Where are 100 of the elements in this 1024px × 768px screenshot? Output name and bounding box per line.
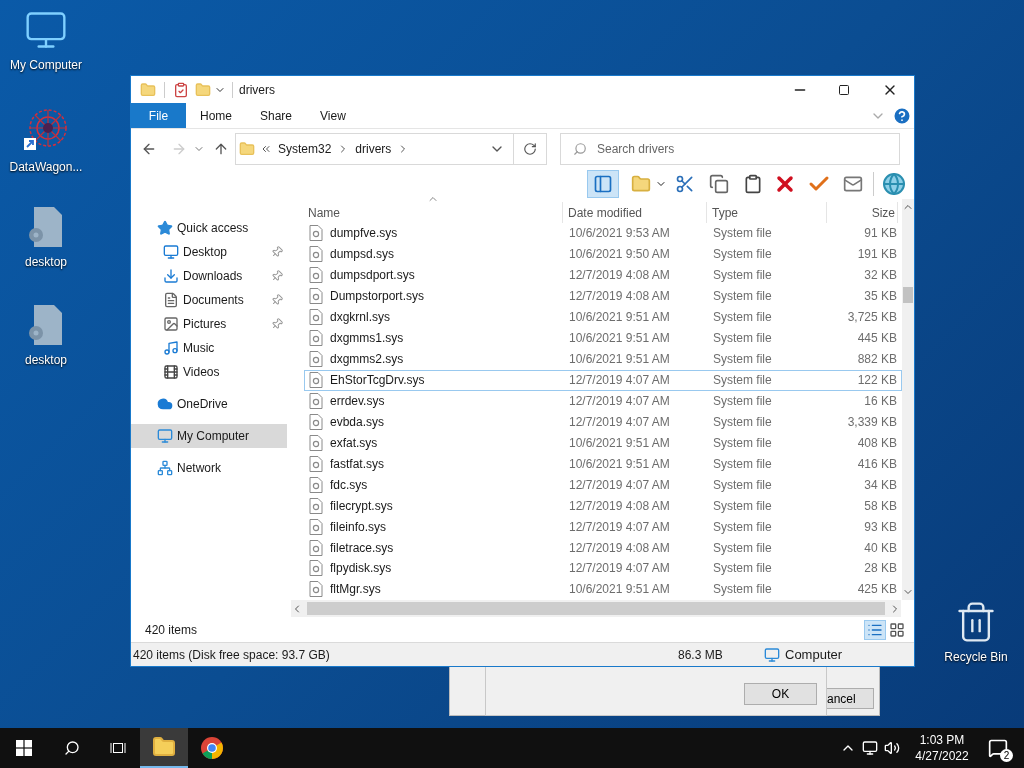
nav-item[interactable]: Documents — [131, 288, 287, 312]
scissors-icon[interactable] — [675, 174, 695, 194]
copy-icon[interactable] — [709, 174, 729, 194]
column-header[interactable]: Size — [827, 202, 898, 223]
file-row[interactable]: evbda.sys 12/7/2019 4:07 AM System file 3,339 KB — [304, 411, 902, 433]
date-cell-text: 10/6/2021 9:51 AM — [568, 351, 671, 369]
search-input[interactable]: Search drivers — [597, 140, 899, 158]
horizontal-scrollbar[interactable] — [291, 600, 901, 617]
up-icon[interactable] — [213, 141, 229, 157]
computer-icon — [764, 646, 780, 663]
back-icon[interactable] — [141, 141, 157, 157]
nav-item[interactable]: Videos — [131, 360, 287, 384]
type-cell-text: System file — [712, 372, 773, 390]
file-row[interactable]: dxgmms2.sys 10/6/2021 9:51 AM System file 882 KB — [304, 348, 902, 370]
search-field[interactable]: Search drivers — [560, 133, 900, 165]
file-name: fileinfo.sys — [330, 518, 387, 536]
maximize-icon[interactable] — [838, 83, 850, 96]
clipboard-icon[interactable] — [743, 174, 763, 194]
computer-icon — [157, 428, 173, 444]
ribbon-tab[interactable]: View — [306, 103, 360, 128]
file-row[interactable]: dumpsd.sys 10/6/2021 9:50 AM System file 191 KB — [304, 243, 902, 265]
file-row[interactable]: filecrypt.sys 12/7/2019 4:08 AM System file 58 KB — [304, 495, 902, 517]
nav-item[interactable]: Quick access — [131, 216, 287, 240]
system-file-icon — [309, 330, 323, 347]
scroll-thumb[interactable] — [903, 287, 913, 303]
nav-item[interactable]: Desktop — [131, 240, 287, 264]
task-view-icon[interactable] — [110, 740, 126, 756]
system-file-icon — [309, 434, 323, 451]
size-cell-text: 91 KB — [863, 225, 898, 243]
column-header[interactable]: Name — [304, 202, 563, 223]
desktop-icon-label[interactable]: desktop — [25, 351, 67, 369]
date-cell-text: 10/6/2021 9:53 AM — [568, 225, 671, 243]
file-row[interactable]: errdev.sys 12/7/2019 4:07 AM System file 16 KB — [304, 390, 902, 412]
breadcrumb[interactable]: System32 — [278, 140, 332, 158]
notifications-icon[interactable] — [988, 738, 1008, 758]
cancel-button[interactable]: ancel — [826, 688, 874, 709]
nav-item[interactable]: Downloads — [131, 264, 287, 288]
system-file-icon — [309, 455, 323, 472]
file-name: dxgmms1.sys — [330, 330, 404, 348]
type-cell-text: System file — [712, 288, 773, 306]
help-icon[interactable] — [892, 105, 912, 126]
nav-item[interactable]: Network — [131, 456, 287, 480]
nav-item[interactable]: Pictures — [131, 312, 287, 336]
windows-logo-icon[interactable] — [16, 740, 32, 756]
desktop-icon-label[interactable]: desktop — [25, 253, 67, 271]
desktop-icon-label[interactable]: My Computer — [10, 56, 82, 74]
status-summary: 420 items (Disk free space: 93.7 GB) — [133, 646, 331, 664]
file-name: filecrypt.sys — [330, 497, 393, 515]
file-menu-tab[interactable]: File — [131, 103, 186, 128]
file-row[interactable]: Dumpstorport.sys 12/7/2019 4:08 AM System file 35 KB — [304, 285, 902, 307]
volume-icon[interactable] — [884, 740, 900, 756]
file-row[interactable]: fdc.sys 12/7/2019 4:07 AM System file 34 KB — [304, 474, 902, 496]
file-row[interactable]: filetrace.sys 12/7/2019 4:08 AM System file 40 KB — [304, 537, 902, 558]
desktop-icon-label[interactable]: DataWagon... — [9, 158, 83, 176]
file-row[interactable]: fltMgr.sys 10/6/2021 9:51 AM System file 425 KB — [304, 578, 902, 600]
column-header[interactable]: Type — [707, 202, 827, 223]
refresh-icon[interactable] — [523, 142, 537, 156]
view-button[interactable] — [864, 619, 886, 640]
file-row[interactable]: flpydisk.sys 12/7/2019 4:07 AM System file 28 KB — [304, 558, 902, 579]
desktop-icon-label[interactable]: Recycle Bin — [944, 648, 1008, 666]
system-file-icon — [309, 309, 323, 326]
file-row[interactable]: EhStorTcgDrv.sys 12/7/2019 4:07 AM System file 122 KB — [304, 369, 902, 391]
envelope-icon[interactable] — [841, 174, 865, 194]
nav-item[interactable]: My Computer — [131, 424, 287, 448]
preview-pane-button[interactable] — [587, 170, 619, 198]
overflow-chevrons-icon[interactable] — [260, 143, 272, 155]
date-cell-text: 10/6/2021 9:51 AM — [568, 434, 671, 452]
scroll-thumb[interactable] — [307, 602, 885, 615]
ok-button[interactable]: OK — [744, 683, 817, 705]
file-row[interactable]: dxgmms1.sys 10/6/2021 9:51 AM System file 445 KB — [304, 327, 902, 349]
address-bar[interactable]: System32 drivers — [235, 133, 547, 165]
properties-icon[interactable] — [173, 81, 189, 98]
file-row[interactable]: exfat.sys 10/6/2021 9:51 AM System file 408 KB — [304, 432, 902, 454]
nav-item[interactable]: OneDrive — [131, 392, 287, 416]
size-cell-text: 58 KB — [863, 497, 898, 515]
file-row[interactable]: fileinfo.sys 12/7/2019 4:07 AM System file 93 KB — [304, 516, 902, 538]
breadcrumb[interactable]: drivers — [355, 140, 392, 158]
vertical-scrollbar[interactable] — [902, 199, 914, 600]
file-name: Dumpstorport.sys — [330, 288, 425, 306]
nav-item[interactable]: Music — [131, 336, 287, 360]
file-name: dumpsdport.sys — [330, 267, 415, 285]
file-row[interactable]: fastfat.sys 10/6/2021 9:51 AM System file 416 KB — [304, 453, 902, 475]
file-name: filetrace.sys — [330, 539, 394, 557]
taskbar-app[interactable] — [140, 728, 188, 768]
file-row[interactable]: dxgkrnl.sys 10/6/2021 9:51 AM System file 3,725 KB — [304, 306, 902, 328]
globe-icon[interactable] — [882, 172, 906, 196]
column-header[interactable]: Date modified — [563, 202, 707, 223]
picture-icon — [163, 316, 179, 332]
system-file-icon — [309, 267, 323, 284]
size-cell-text: 425 KB — [856, 581, 898, 599]
file-name: exfat.sys — [330, 434, 378, 452]
file-row[interactable]: dumpfve.sys 10/6/2021 9:53 AM System file 91 KB — [304, 223, 902, 244]
ribbon-tab[interactable]: Home — [186, 103, 246, 128]
clock-date[interactable]: 4/27/2022 — [915, 748, 969, 764]
date-cell-text: 12/7/2019 4:08 AM — [568, 288, 671, 306]
file-row[interactable]: dumpsdport.sys 12/7/2019 4:08 AM System file 32 KB — [304, 264, 902, 286]
clock-time[interactable]: 1:03 PM — [919, 732, 965, 748]
size-cell-text: 93 KB — [863, 518, 898, 536]
ribbon-tab[interactable]: Share — [246, 103, 307, 128]
search-icon[interactable] — [64, 740, 80, 756]
